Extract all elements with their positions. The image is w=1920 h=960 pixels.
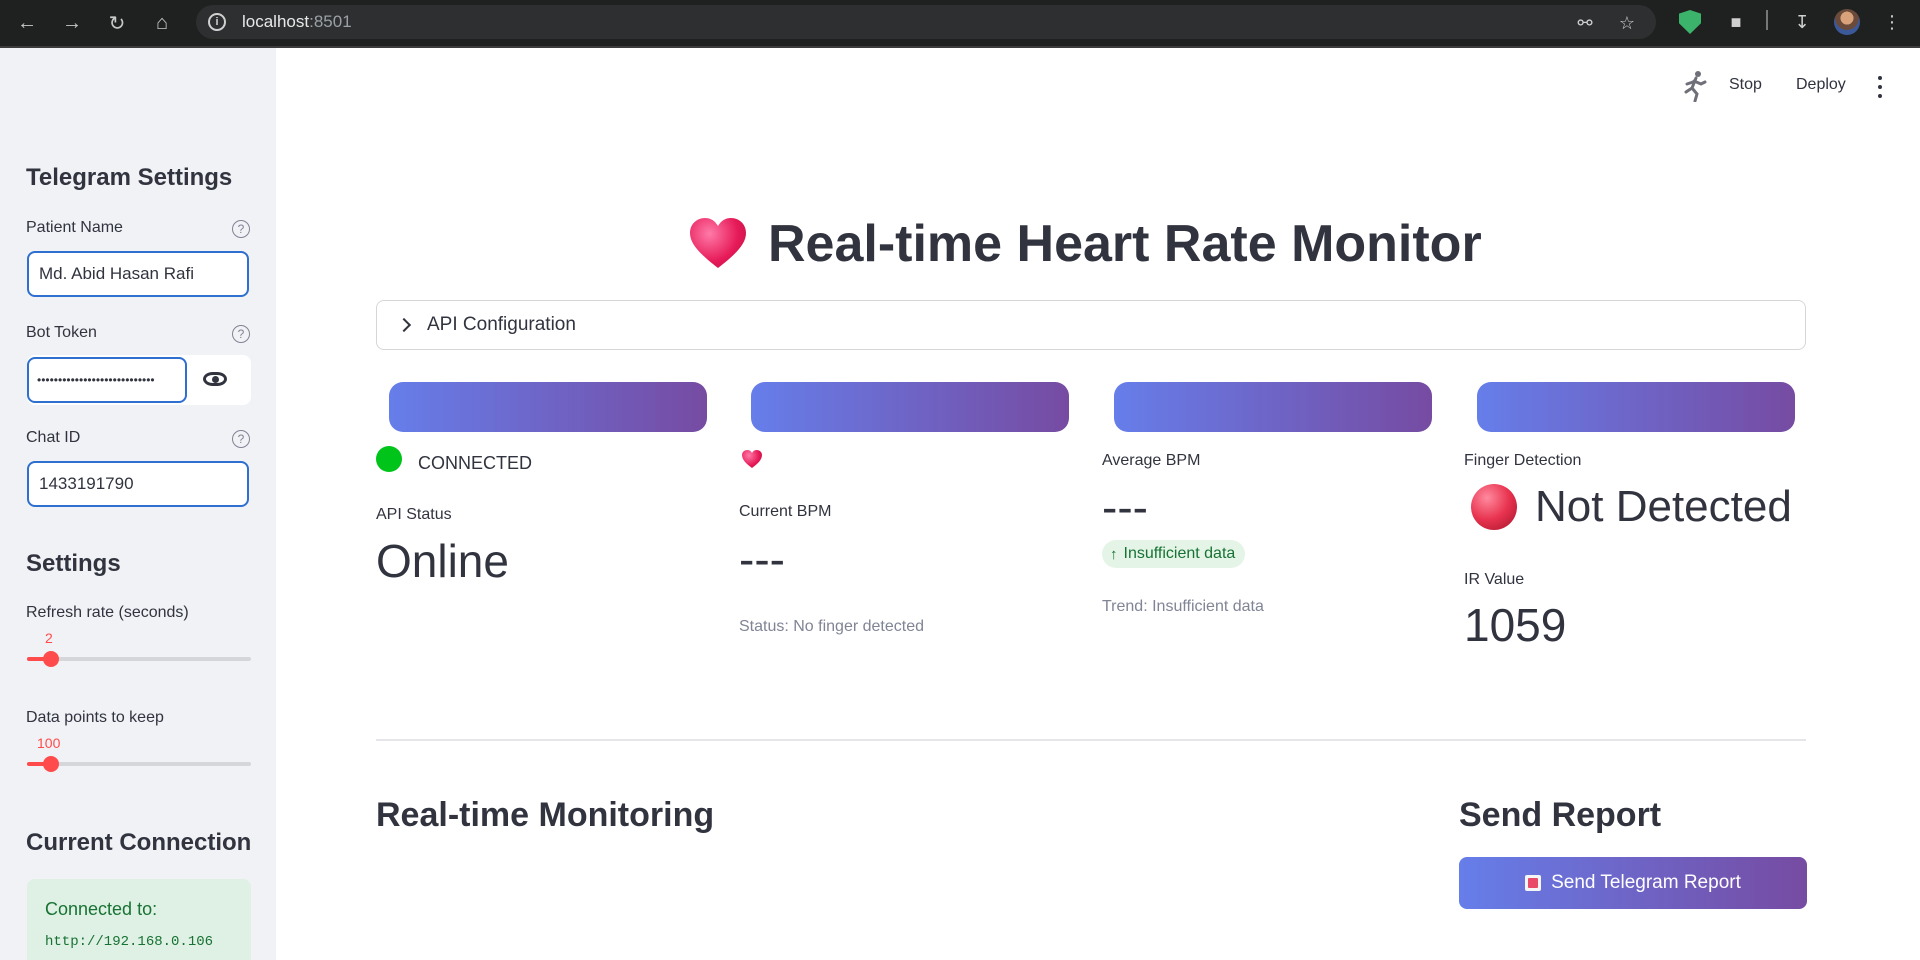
deploy-button[interactable]: Deploy [1796, 76, 1846, 94]
connection-info-box: Connected to: http://192.168.0.106 [27, 879, 251, 960]
browser-menu-icon[interactable]: ⋮ [1878, 8, 1906, 36]
delta-text: Insufficient data [1123, 545, 1236, 562]
main-menu-icon[interactable] [1874, 76, 1886, 98]
slider-thumb[interactable] [43, 651, 59, 667]
chat-id-label: Chat ID [26, 429, 81, 446]
address-bar[interactable]: i localhost:8501 ⚯ ☆ [196, 5, 1656, 39]
average-bpm-value: --- [1102, 481, 1148, 533]
browser-toolbar: ← → ↻ ⌂ i localhost:8501 ⚯ ☆ ■ ↧ ⋮ [0, 0, 1920, 48]
home-icon[interactable]: ⌂ [147, 8, 177, 38]
arrow-up-icon: ↑ [1110, 545, 1118, 563]
key-icon[interactable]: ⚯ [1574, 12, 1596, 34]
patient-name-label: Patient Name [26, 219, 123, 236]
reload-icon[interactable]: ↻ [102, 8, 132, 38]
telegram-settings-heading: Telegram Settings [26, 164, 233, 191]
extension-shield-icon[interactable] [1676, 8, 1704, 36]
ir-value-label: IR Value [1464, 571, 1525, 588]
finger-detection-status: Not Detected [1535, 482, 1792, 531]
refresh-rate-label: Refresh rate (seconds) [26, 604, 189, 621]
metric-card-header [1114, 382, 1432, 432]
patient-name-input[interactable]: Md. Abid Hasan Rafi [27, 251, 249, 297]
chat-id-input[interactable]: 1433191790 [27, 461, 249, 507]
toolbar-divider [1766, 10, 1768, 30]
current-bpm-value: --- [739, 533, 785, 585]
site-info-icon[interactable]: i [208, 13, 226, 31]
help-icon[interactable]: ? [232, 220, 250, 238]
running-man-icon [1684, 71, 1707, 102]
api-status-value: Online [376, 535, 509, 587]
api-status-label: API Status [376, 506, 452, 523]
ir-value: 1059 [1464, 599, 1567, 651]
connection-status-text: CONNECTED [418, 453, 533, 473]
trend-caption: Trend: Insufficient data [1102, 598, 1264, 615]
help-icon[interactable]: ? [232, 430, 250, 448]
send-report-button-label: Send Telegram Report [1551, 872, 1741, 893]
current-bpm-label: Current BPM [739, 503, 832, 520]
average-bpm-label: Average BPM [1102, 452, 1201, 469]
bookmark-star-icon[interactable]: ☆ [1616, 12, 1638, 34]
stop-button[interactable]: Stop [1729, 76, 1762, 94]
data-points-label: Data points to keep [26, 709, 164, 726]
expander-label: API Configuration [427, 314, 576, 335]
page-title-row: Real-time Heart Rate Monitor [690, 214, 1482, 274]
metric-card-header [389, 382, 707, 432]
send-telegram-report-button[interactable]: Send Telegram Report [1459, 857, 1807, 909]
bot-token-input[interactable]: •••••••••••••••••••••••••••• [27, 357, 187, 403]
bot-token-field: •••••••••••••••••••••••••••• [27, 355, 251, 405]
current-connection-heading: Current Connection [26, 829, 252, 856]
trend-delta-badge: ↑ Insufficient data [1102, 540, 1246, 568]
refresh-rate-value: 2 [45, 630, 53, 646]
api-configuration-expander[interactable]: API Configuration [376, 300, 1806, 350]
red-circle-icon [1471, 484, 1517, 530]
connected-status-dot [376, 446, 402, 472]
forward-icon[interactable]: → [57, 8, 87, 38]
data-points-value: 100 [37, 735, 61, 751]
profile-avatar[interactable] [1833, 8, 1861, 36]
slider-thumb[interactable] [43, 756, 59, 772]
metric-card-header [751, 382, 1069, 432]
finger-detection-label: Finger Detection [1464, 452, 1582, 469]
heart-icon [690, 218, 746, 270]
refresh-rate-slider[interactable] [27, 651, 251, 667]
heart-icon [742, 450, 762, 468]
chevron-right-icon [396, 317, 412, 333]
connected-to-label: Connected to: [45, 899, 158, 919]
connected-url: http://192.168.0.106 [45, 934, 214, 950]
bot-token-label: Bot Token [26, 324, 97, 341]
send-report-heading: Send Report [1459, 796, 1662, 834]
metric-card-header [1477, 382, 1795, 432]
realtime-monitoring-heading: Real-time Monitoring [376, 796, 715, 834]
help-icon[interactable]: ? [232, 325, 250, 343]
page-title: Real-time Heart Rate Monitor [768, 215, 1482, 273]
back-icon[interactable]: ← [12, 8, 42, 38]
url-text: localhost:8501 [242, 12, 352, 31]
download-icon[interactable]: ↧ [1788, 8, 1816, 36]
sidebar: Telegram Settings Patient Name ? Md. Abi… [0, 48, 276, 960]
extensions-puzzle-icon[interactable]: ■ [1722, 8, 1750, 36]
data-points-slider[interactable] [27, 756, 251, 772]
section-divider [376, 739, 1806, 741]
mailbox-icon [1525, 875, 1542, 891]
show-password-eye-icon[interactable] [195, 367, 235, 391]
settings-heading: Settings [26, 550, 121, 577]
bpm-status-caption: Status: No finger detected [739, 618, 924, 635]
